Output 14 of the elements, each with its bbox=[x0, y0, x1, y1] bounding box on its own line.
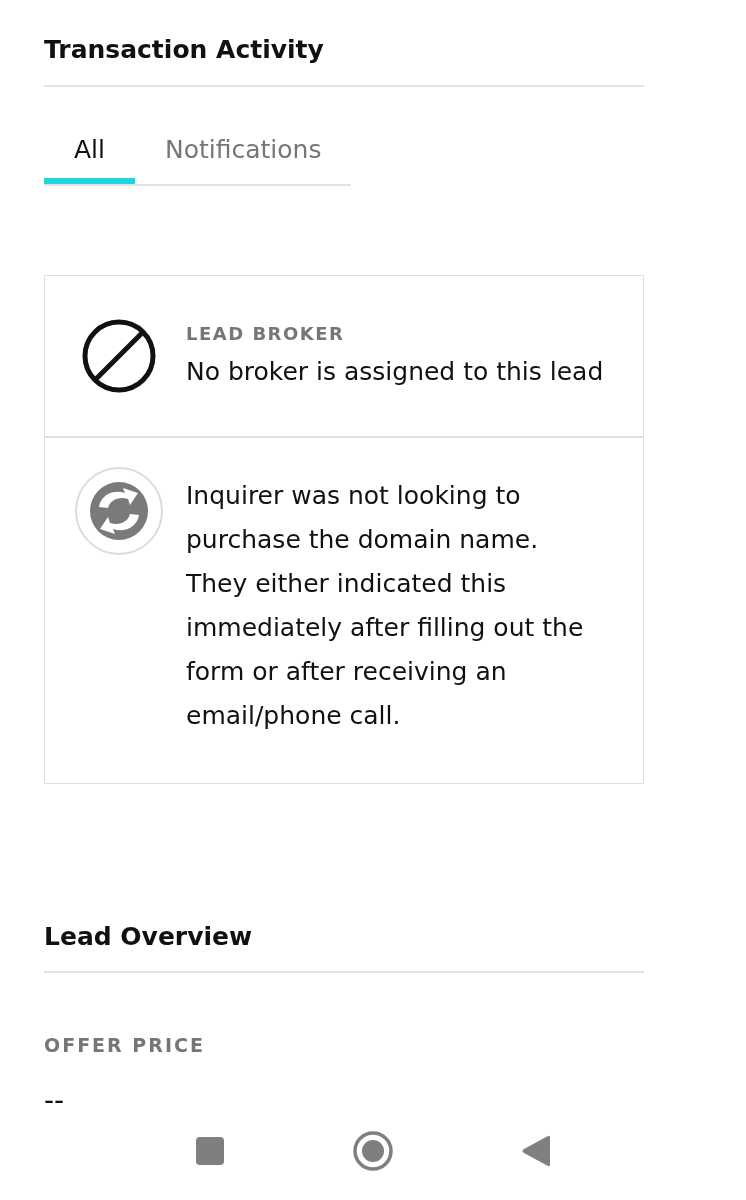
field-label: OFFER PRICE bbox=[44, 1033, 205, 1057]
refresh-icon bbox=[75, 467, 163, 555]
section-title: Lead Overview bbox=[44, 921, 253, 953]
row-label: LEAD BROKER bbox=[186, 322, 345, 346]
back-icon bbox=[521, 1134, 551, 1168]
home-icon bbox=[353, 1131, 393, 1171]
field-value: -- bbox=[44, 1083, 66, 1119]
tab[interactable]: All bbox=[44, 120, 135, 184]
prohibited-icon bbox=[82, 319, 156, 393]
section-title: Transaction Activity bbox=[44, 34, 324, 66]
square-icon bbox=[196, 1137, 224, 1165]
activity-text: No broker is assigned to this lead bbox=[186, 356, 604, 388]
activity-text: Inquirer was not looking to purchase the domain name. They either indicated this immediately after filling out the form or after receiving an email/phone call. bbox=[186, 480, 585, 732]
tab[interactable]: Notifications bbox=[135, 120, 352, 184]
